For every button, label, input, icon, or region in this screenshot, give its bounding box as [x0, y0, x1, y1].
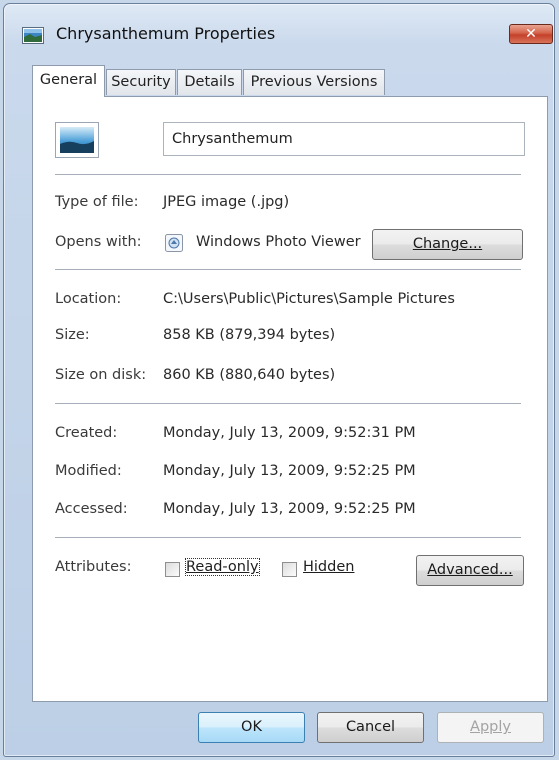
separator — [55, 174, 521, 175]
modified-value: Monday, July 13, 2009, 9:52:25 PM — [163, 463, 416, 479]
read-only-checkbox[interactable] — [165, 562, 180, 577]
size-label: Size: — [55, 327, 90, 343]
type-of-file-value: JPEG image (.jpg) — [163, 194, 290, 210]
separator — [55, 403, 521, 404]
cancel-button[interactable]: Cancel — [317, 712, 424, 743]
advanced-button[interactable]: Advanced... — [416, 555, 524, 586]
tab-general[interactable]: General — [32, 65, 105, 97]
accessed-label: Accessed: — [55, 501, 128, 517]
tab-security[interactable]: Security — [106, 69, 176, 95]
separator — [55, 269, 521, 270]
apply-button[interactable]: Apply — [437, 712, 544, 743]
image-file-icon — [22, 27, 44, 44]
change-button-label: Change... — [412, 236, 483, 252]
file-name-field[interactable] — [163, 122, 525, 156]
change-button[interactable]: Change... — [372, 229, 523, 260]
hidden-checkbox[interactable] — [282, 562, 297, 577]
tab-previous-versions[interactable]: Previous Versions — [243, 69, 385, 95]
created-value: Monday, July 13, 2009, 9:52:31 PM — [163, 425, 416, 441]
photo-viewer-icon — [165, 234, 183, 252]
separator — [55, 537, 521, 538]
location-label: Location: — [55, 291, 122, 307]
ok-button[interactable]: OK — [198, 712, 305, 743]
opens-with-value: Windows Photo Viewer — [196, 234, 361, 250]
size-on-disk-value: 860 KB (880,640 bytes) — [163, 367, 336, 383]
tab-details[interactable]: Details — [177, 69, 242, 95]
window-title: Chrysanthemum Properties — [56, 24, 276, 43]
read-only-label[interactable]: Read-only — [185, 558, 260, 576]
title-bar[interactable]: Chrysanthemum Properties ✕ — [4, 4, 554, 58]
properties-window: Chrysanthemum Properties ✕ General Secur… — [3, 3, 555, 757]
opens-with-label: Opens with: — [55, 234, 142, 250]
hidden-label[interactable]: Hidden — [303, 559, 354, 575]
location-value: C:\Users\Public\Pictures\Sample Pictures — [163, 291, 455, 307]
modified-label: Modified: — [55, 463, 122, 479]
general-panel: Type of file: JPEG image (.jpg) Opens wi… — [32, 96, 548, 702]
close-button[interactable]: ✕ — [509, 24, 553, 44]
file-thumbnail-icon — [55, 122, 99, 158]
advanced-button-label: Advanced... — [427, 562, 513, 578]
apply-button-label: Apply — [470, 719, 511, 735]
attributes-label: Attributes: — [55, 559, 132, 575]
type-of-file-label: Type of file: — [55, 194, 139, 210]
created-label: Created: — [55, 425, 118, 441]
accessed-value: Monday, July 13, 2009, 9:52:25 PM — [163, 501, 416, 517]
size-value: 858 KB (879,394 bytes) — [163, 327, 336, 343]
size-on-disk-label: Size on disk: — [55, 367, 147, 383]
